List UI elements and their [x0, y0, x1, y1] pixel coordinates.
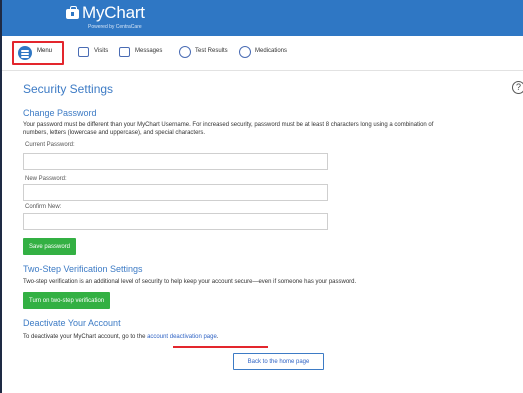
- current-password-label: Current Password:: [25, 142, 75, 148]
- calendar-icon: [78, 47, 89, 57]
- mychart-logo[interactable]: MyChart Powered by CentraCare: [66, 3, 186, 33]
- confirm-password-field[interactable]: [23, 213, 328, 230]
- two-step-heading: Two-Step Verification Settings: [23, 264, 143, 274]
- hamburger-icon: [18, 46, 32, 60]
- turn-on-two-step-button[interactable]: Turn on two-step verification: [23, 292, 111, 309]
- deactivate-text: To deactivate your MyChart account, go t…: [23, 333, 218, 342]
- new-password-label: New Password:: [25, 176, 67, 182]
- back-to-home-button[interactable]: Back to the home page: [233, 353, 324, 370]
- nav-item-label: Messages: [135, 48, 163, 54]
- nav-item-label: Visits: [94, 48, 109, 54]
- change-password-heading: Change Password: [23, 108, 97, 118]
- pill-icon: [239, 46, 251, 58]
- password-rules-line-2: numbers, letters (lowercase and uppercas…: [23, 130, 206, 136]
- app-header: MyChart Powered by CentraCare: [2, 0, 523, 36]
- save-password-button[interactable]: Save password: [23, 238, 77, 255]
- two-step-description: Two-step verification is an additional l…: [23, 279, 357, 285]
- flask-icon: [179, 46, 191, 58]
- deactivate-heading: Deactivate Your Account: [23, 318, 121, 328]
- nav-item-label: Test Results: [195, 48, 228, 54]
- link-highlight-underline: [173, 346, 268, 348]
- new-password-field[interactable]: [23, 184, 328, 201]
- nav-bar: Menu Visits Messages Test Results Medica…: [2, 36, 523, 71]
- deactivate-text-suffix: .: [216, 334, 219, 340]
- nav-item-label: Medications: [255, 48, 288, 54]
- briefcase-icon: [66, 6, 79, 19]
- deactivate-text-prefix: To deactivate your MyChart account, go t…: [23, 334, 148, 340]
- confirm-password-label: Confirm New:: [25, 204, 62, 210]
- menu-label: Menu: [37, 48, 53, 54]
- main-content: Security Settings ? Change Password Your…: [2, 71, 523, 393]
- menu-button[interactable]: Menu: [12, 41, 64, 65]
- powered-by-text: Powered by CentraCare: [88, 24, 142, 30]
- help-icon[interactable]: ?: [512, 81, 523, 94]
- envelope-icon: [119, 47, 130, 57]
- current-password-field[interactable]: [23, 153, 328, 170]
- app-name: MyChart: [82, 3, 145, 22]
- page-title: Security Settings: [23, 82, 114, 96]
- account-deactivation-link[interactable]: account deactivation page: [147, 334, 217, 340]
